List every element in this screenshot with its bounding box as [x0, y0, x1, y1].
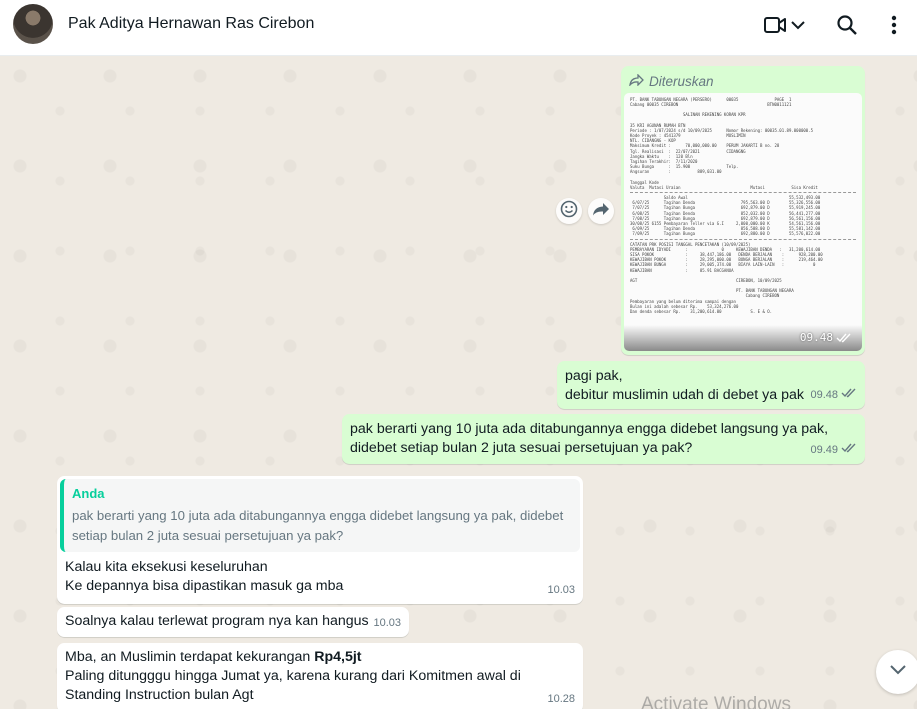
statement-divider [630, 192, 856, 194]
statement-divider [630, 238, 856, 240]
incoming-message[interactable]: Mba, an Muslimin terdapat kekurangan Rp4… [57, 643, 583, 709]
forward-button[interactable] [588, 198, 614, 224]
time-label: 10.28 [547, 693, 575, 705]
outgoing-message[interactable]: pagi pak, debitur muslimin udah di debet… [557, 361, 865, 409]
statement-rows: Saldo Awal 55,532,493.00 6/07/25 Tagihan… [630, 195, 856, 237]
forwarded-label: Diteruskan [649, 73, 714, 89]
incoming-message[interactable]: Soalnya kalau terlewat program nya kan h… [57, 607, 409, 637]
message-text: Soalnya kalau terlewat program nya kan h… [65, 613, 369, 629]
bank-statement-image[interactable]: PT. BANK TABUNGAN NEGARA (PERSERO) 00035… [624, 93, 862, 351]
message-time: 10.28 [547, 690, 575, 709]
incoming-message[interactable]: Anda pak berarti yang 10 juta ada ditabu… [57, 476, 583, 604]
time-label: 09.48 [799, 331, 833, 345]
menu-icon [890, 14, 898, 36]
search-icon [836, 14, 858, 36]
read-ticks-icon [836, 333, 852, 343]
chat-area[interactable]: Diteruskan PT. BANK TABUNGAN NEGARA (PER… [0, 56, 917, 709]
statement-footer-text: CATATAN PRK POSISI TANGGAL PENCETAKAN (1… [630, 242, 856, 314]
message-text: Standing Instruction bulan Agt [65, 687, 254, 703]
video-call-button[interactable] [763, 12, 805, 38]
windows-activation-watermark: Activate Windows [641, 694, 791, 709]
statement-line: 7/09/25 Tagihan Bunga 692,880.00 D 55,57… [630, 231, 821, 237]
message-text: Mba, an Muslimin terdapat kekurangan Rp4… [65, 648, 575, 667]
video-call-icon [763, 15, 787, 35]
time-label: 10.03 [547, 584, 575, 596]
message-text: pagi pak, [565, 368, 623, 384]
emoji-icon [560, 200, 578, 223]
forward-icon [592, 201, 610, 222]
chat-header: Pak Aditya Hernawan Ras Cirebon [0, 0, 917, 56]
forwarded-indicator: Diteruskan [624, 69, 862, 91]
contact-avatar[interactable] [13, 4, 53, 44]
message-text-part: Mba, an Muslimin terdapat kekurangan [65, 649, 315, 665]
message-text-bold: Rp4,5jt [314, 649, 362, 665]
menu-button[interactable] [890, 12, 898, 38]
message-time: 10.03 [373, 614, 401, 633]
scroll-to-bottom-button[interactable] [876, 650, 917, 694]
outgoing-message[interactable]: pak berarti yang 10 juta ada ditabungann… [342, 414, 865, 464]
quote-text: setiap bulan 2 juta sesuai persetujuan y… [72, 528, 344, 543]
statement-line: Dan denda sebesar Rp. 31,200,614.00 S. E… [630, 308, 773, 314]
search-button[interactable] [836, 12, 858, 38]
read-ticks-icon [841, 386, 857, 405]
react-button[interactable] [556, 198, 582, 224]
chevron-down-icon [791, 20, 805, 30]
time-label: 09.48 [810, 389, 838, 401]
message-time: 09.48 [799, 331, 852, 345]
quoted-message[interactable]: Anda pak berarti yang 10 juta ada ditabu… [60, 479, 580, 552]
message-time: 09.49 [810, 441, 857, 460]
message-text: Paling ditungggu hingga Jumat ya, karena… [65, 668, 521, 684]
quote-text: pak berarti yang 10 juta ada ditabungann… [72, 508, 564, 523]
message-time: 10.03 [547, 581, 575, 600]
chevron-down-icon [889, 663, 907, 681]
forwarded-icon [629, 72, 645, 91]
time-label: 10.03 [373, 617, 401, 629]
time-label: 09.49 [810, 444, 838, 456]
message-text: Ke depannya bisa dipastikan masuk ga mba [65, 578, 344, 594]
statement-line: Valuta Mutasi Uraian Mutasi Sisa Kredit [630, 184, 818, 190]
quote-author: Anda [72, 486, 105, 501]
forwarded-image-message[interactable]: Diteruskan PT. BANK TABUNGAN NEGARA (PER… [621, 66, 865, 355]
message-text: Kalau kita eksekusi keseluruhan [65, 559, 268, 575]
contact-name[interactable]: Pak Aditya Hernawan Ras Cirebon [68, 15, 314, 33]
read-ticks-icon [841, 441, 857, 460]
message-text: pak berarti yang 10 juta ada ditabungann… [350, 421, 829, 437]
message-time: 09.48 [810, 386, 857, 405]
statement-header-text: PT. BANK TABUNGAN NEGARA (PERSERO) 00035… [630, 97, 856, 190]
message-text: didebet setiap bulan 2 juta sesuai perse… [350, 440, 693, 456]
